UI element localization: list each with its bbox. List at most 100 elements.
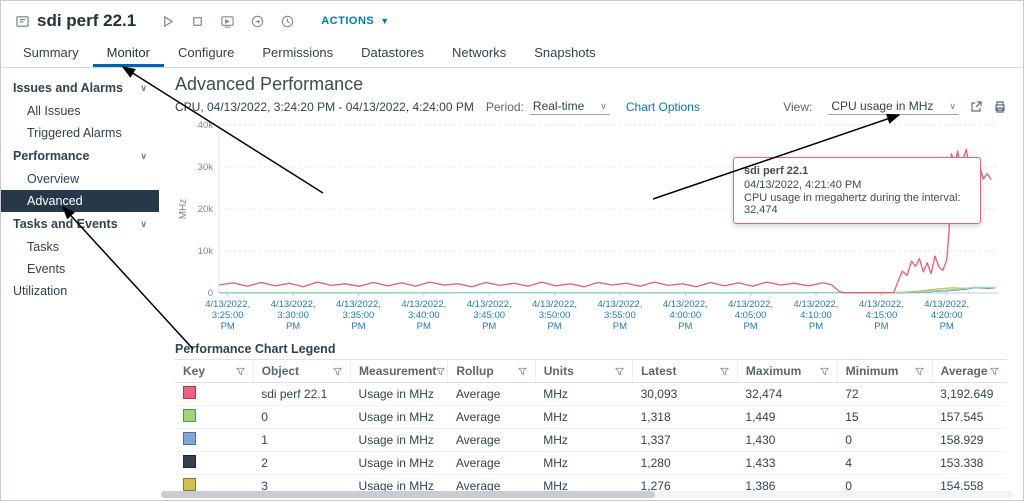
svg-text:PM: PM (547, 321, 561, 332)
snapshot-icon[interactable] (280, 14, 295, 29)
filter-icon[interactable] (518, 367, 527, 376)
svg-text:4:05:00: 4:05:00 (735, 310, 767, 321)
cell-average: 158.929 (932, 429, 1007, 452)
svg-text:0: 0 (208, 288, 213, 299)
period-dropdown[interactable]: Real-time ∨ (530, 98, 610, 115)
column-header-latest[interactable]: Latest (633, 360, 738, 383)
svg-text:4/13/2022,: 4/13/2022, (205, 299, 250, 310)
svg-text:PM: PM (286, 321, 300, 332)
cell-maximum: 1,433 (737, 452, 837, 475)
chevron-down-icon: ▼ (380, 16, 389, 26)
svg-text:3:35:00: 3:35:00 (343, 310, 375, 321)
power-on-icon[interactable] (160, 14, 175, 29)
sidebar-item-events[interactable]: Events (1, 258, 159, 280)
filter-icon[interactable] (820, 367, 829, 376)
sidebar-item-triggered-alarms[interactable]: Triggered Alarms (1, 122, 159, 144)
column-header-units[interactable]: Units (535, 360, 632, 383)
filter-icon[interactable] (236, 367, 245, 376)
panel-title: Advanced Performance (175, 74, 1007, 95)
power-off-icon[interactable] (190, 14, 205, 29)
tab-summary[interactable]: Summary (9, 40, 93, 67)
sidebar-item-utilization[interactable]: Utilization (1, 280, 159, 302)
monitor-sidebar: Issues and Alarms ∨ All Issues Triggered… (1, 68, 159, 500)
view-label: View: (783, 100, 812, 114)
svg-text:3:25:00: 3:25:00 (212, 310, 244, 321)
column-header-minimum[interactable]: Minimum (837, 360, 932, 383)
cell-object: 4 (253, 498, 350, 501)
performance-legend-table: Key Object Measurement Rollup Units Late… (175, 359, 1007, 501)
column-header-rollup[interactable]: Rollup (448, 360, 535, 383)
svg-text:30k: 30k (198, 162, 214, 173)
svg-text:4/13/2022,: 4/13/2022, (859, 299, 904, 310)
filter-icon[interactable] (990, 367, 999, 376)
filter-icon[interactable] (915, 367, 924, 376)
svg-text:4:10:00: 4:10:00 (800, 310, 832, 321)
view-value: CPU usage in MHz (831, 99, 933, 113)
column-header-object[interactable]: Object (253, 360, 350, 383)
column-header-maximum[interactable]: Maximum (737, 360, 837, 383)
filter-icon[interactable] (333, 367, 342, 376)
filter-icon[interactable] (615, 367, 624, 376)
tab-monitor[interactable]: Monitor (93, 40, 164, 67)
cell-average: 3,192.649 (932, 383, 1007, 406)
popout-chart-icon[interactable] (969, 100, 983, 114)
cell-units: MHz (535, 383, 632, 406)
table-row[interactable]: 4 Usage in MHz Average MHz 1,312 1,386 2… (175, 498, 1007, 501)
svg-text:4/13/2022,: 4/13/2022, (597, 299, 642, 310)
svg-text:MHz: MHz (178, 199, 189, 220)
cell-average: 157.545 (932, 406, 1007, 429)
svg-text:3:30:00: 3:30:00 (277, 310, 309, 321)
cell-rollup: Average (448, 498, 535, 501)
sidebar-item-overview[interactable]: Overview (1, 168, 159, 190)
series-color-swatch (183, 455, 196, 468)
svg-text:4/13/2022,: 4/13/2022, (271, 299, 316, 310)
launch-console-icon[interactable] (220, 14, 235, 29)
view-dropdown[interactable]: CPU usage in MHz ∨ (828, 98, 959, 115)
table-row[interactable]: sdi perf 22.1 Usage in MHz Average MHz 3… (175, 383, 1007, 406)
table-row[interactable]: 0 Usage in MHz Average MHz 1,318 1,449 1… (175, 406, 1007, 429)
period-label: Period: (486, 100, 524, 114)
object-header: sdi perf 22.1 (1, 1, 1023, 41)
sidebar-section-issues-alarms[interactable]: Issues and Alarms ∨ (1, 76, 159, 100)
cell-object: sdi perf 22.1 (253, 383, 350, 406)
sidebar-section-performance[interactable]: Performance ∨ (1, 144, 159, 168)
sidebar-item-all-issues[interactable]: All Issues (1, 100, 159, 122)
column-header-measurement[interactable]: Measurement (351, 360, 448, 383)
vsphere-client-window: sdi perf 22.1 (0, 0, 1024, 501)
cell-measurement: Usage in MHz (351, 498, 448, 501)
svg-text:20k: 20k (198, 204, 214, 215)
advanced-performance-panel: Advanced Performance CPU, 04/13/2022, 3:… (159, 68, 1023, 500)
series-color-swatch (183, 478, 196, 491)
cell-object: 1 (253, 429, 350, 452)
sidebar-item-tasks[interactable]: Tasks (1, 236, 159, 258)
filter-icon[interactable] (720, 367, 729, 376)
vm-action-toolbar (160, 14, 295, 29)
tab-permissions[interactable]: Permissions (248, 40, 347, 67)
print-icon[interactable] (993, 100, 1007, 114)
column-header-key[interactable]: Key (175, 360, 253, 383)
sidebar-section-tasks-events[interactable]: Tasks and Events ∨ (1, 212, 159, 236)
sidebar-item-advanced[interactable]: Advanced (1, 190, 159, 212)
tab-configure[interactable]: Configure (164, 40, 248, 67)
actions-label: ACTIONS (321, 15, 374, 27)
svg-text:PM: PM (613, 321, 627, 332)
migrate-icon[interactable] (250, 14, 265, 29)
tab-datastores[interactable]: Datastores (347, 40, 438, 67)
chart-tooltip: sdi perf 22.1 04/13/2022, 4:21:40 PM CPU… (733, 157, 981, 224)
horizontal-scrollbar[interactable] (161, 491, 1013, 498)
tab-snapshots[interactable]: Snapshots (520, 40, 609, 67)
cell-average: 158.877 (932, 498, 1007, 501)
section-label: Performance (13, 149, 89, 163)
tab-networks[interactable]: Networks (438, 40, 520, 67)
svg-text:4/13/2022,: 4/13/2022, (728, 299, 773, 310)
actions-menu-button[interactable]: ACTIONS ▼ (321, 15, 389, 27)
chart-options-link[interactable]: Chart Options (626, 100, 700, 114)
scrollbar-thumb[interactable] (161, 491, 655, 498)
cpu-usage-line-chart[interactable]: 010k20k30k40kMHz4/13/2022,3:25:00PM4/13/… (175, 117, 1009, 333)
filter-icon[interactable] (436, 367, 445, 376)
table-row[interactable]: 1 Usage in MHz Average MHz 1,337 1,430 0… (175, 429, 1007, 452)
table-row[interactable]: 2 Usage in MHz Average MHz 1,280 1,433 4… (175, 452, 1007, 475)
column-header-average[interactable]: Average (932, 360, 1007, 383)
chevron-down-icon: ∨ (140, 83, 147, 94)
cell-units: MHz (535, 498, 632, 501)
